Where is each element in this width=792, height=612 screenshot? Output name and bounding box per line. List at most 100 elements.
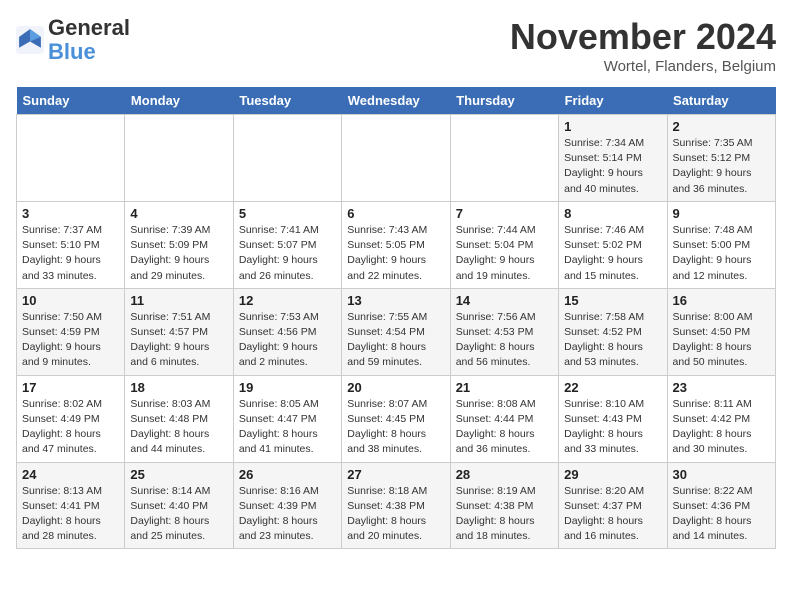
calendar-cell: 2Sunrise: 7:35 AM Sunset: 5:12 PM Daylig… bbox=[667, 115, 775, 202]
day-info: Sunrise: 8:07 AM Sunset: 4:45 PM Dayligh… bbox=[347, 397, 444, 458]
day-number: 16 bbox=[673, 293, 770, 308]
day-info: Sunrise: 7:39 AM Sunset: 5:09 PM Dayligh… bbox=[130, 223, 227, 284]
calendar-cell: 17 Sunrise: 8:02 AM Sunset: 4:49 PM Dayli… bbox=[17, 375, 125, 462]
day-info: Sunrise: 7:56 AM Sunset: 4:53 PM Dayligh… bbox=[456, 310, 553, 371]
calendar-cell: 30 Sunrise: 8:22 AM Sunset: 4:36 PM Dayli… bbox=[667, 462, 775, 549]
day-number: 27 bbox=[347, 467, 444, 482]
calendar-week: 3Sunrise: 7:37 AM Sunset: 5:10 PM Daylig… bbox=[17, 201, 776, 288]
day-info: Sunrise: 8:11 AM Sunset: 4:42 PM Dayligh… bbox=[673, 397, 770, 458]
calendar-cell: 10Sunrise: 7:50 AM Sunset: 4:59 PM Dayli… bbox=[17, 288, 125, 375]
calendar-cell bbox=[450, 115, 558, 202]
day-number: 19 bbox=[239, 380, 336, 395]
calendar-cell: 12 Sunrise: 7:53 AM Sunset: 4:56 PM Dayli… bbox=[233, 288, 341, 375]
day-number: 21 bbox=[456, 380, 553, 395]
logo-line2: Blue bbox=[48, 40, 130, 64]
calendar-cell: 4 Sunrise: 7:39 AM Sunset: 5:09 PM Daylig… bbox=[125, 201, 233, 288]
calendar-cell: 16 Sunrise: 8:00 AM Sunset: 4:50 PM Dayli… bbox=[667, 288, 775, 375]
logo-line1: General bbox=[48, 16, 130, 40]
weekday-header: Wednesday bbox=[342, 87, 450, 115]
calendar-cell: 3Sunrise: 7:37 AM Sunset: 5:10 PM Daylig… bbox=[17, 201, 125, 288]
calendar-cell: 18Sunrise: 8:03 AM Sunset: 4:48 PM Dayli… bbox=[125, 375, 233, 462]
calendar-cell bbox=[125, 115, 233, 202]
day-info: Sunrise: 8:16 AM Sunset: 4:39 PM Dayligh… bbox=[239, 484, 336, 545]
calendar-cell bbox=[342, 115, 450, 202]
calendar-cell: 26 Sunrise: 8:16 AM Sunset: 4:39 PM Dayli… bbox=[233, 462, 341, 549]
logo-icon bbox=[16, 26, 44, 54]
day-info: Sunrise: 7:48 AM Sunset: 5:00 PM Dayligh… bbox=[673, 223, 770, 284]
day-info: Sunrise: 7:51 AM Sunset: 4:57 PM Dayligh… bbox=[130, 310, 227, 371]
day-number: 14 bbox=[456, 293, 553, 308]
day-number: 9 bbox=[673, 206, 770, 221]
weekday-header: Thursday bbox=[450, 87, 558, 115]
calendar-cell: 11 Sunrise: 7:51 AM Sunset: 4:57 PM Dayli… bbox=[125, 288, 233, 375]
weekday-header: Sunday bbox=[17, 87, 125, 115]
calendar-cell: 6 Sunrise: 7:43 AM Sunset: 5:05 PM Daylig… bbox=[342, 201, 450, 288]
day-info: Sunrise: 7:34 AM Sunset: 5:14 PM Dayligh… bbox=[564, 136, 661, 197]
day-info: Sunrise: 7:53 AM Sunset: 4:56 PM Dayligh… bbox=[239, 310, 336, 371]
day-number: 6 bbox=[347, 206, 444, 221]
calendar-week: 24Sunrise: 8:13 AM Sunset: 4:41 PM Dayli… bbox=[17, 462, 776, 549]
day-number: 15 bbox=[564, 293, 661, 308]
calendar-cell: 19 Sunrise: 8:05 AM Sunset: 4:47 PM Dayli… bbox=[233, 375, 341, 462]
weekday-header: Tuesday bbox=[233, 87, 341, 115]
day-number: 20 bbox=[347, 380, 444, 395]
calendar-cell: 27 Sunrise: 8:18 AM Sunset: 4:38 PM Dayli… bbox=[342, 462, 450, 549]
day-number: 5 bbox=[239, 206, 336, 221]
day-info: Sunrise: 8:14 AM Sunset: 4:40 PM Dayligh… bbox=[130, 484, 227, 545]
page-header: General Blue November 2024 Wortel, Fland… bbox=[16, 16, 776, 75]
day-info: Sunrise: 7:55 AM Sunset: 4:54 PM Dayligh… bbox=[347, 310, 444, 371]
day-info: Sunrise: 8:02 AM Sunset: 4:49 PM Dayligh… bbox=[22, 397, 119, 458]
day-info: Sunrise: 8:19 AM Sunset: 4:38 PM Dayligh… bbox=[456, 484, 553, 545]
day-info: Sunrise: 7:41 AM Sunset: 5:07 PM Dayligh… bbox=[239, 223, 336, 284]
calendar-cell: 5 Sunrise: 7:41 AM Sunset: 5:07 PM Daylig… bbox=[233, 201, 341, 288]
day-number: 26 bbox=[239, 467, 336, 482]
calendar-cell: 7 Sunrise: 7:44 AM Sunset: 5:04 PM Daylig… bbox=[450, 201, 558, 288]
day-info: Sunrise: 8:18 AM Sunset: 4:38 PM Dayligh… bbox=[347, 484, 444, 545]
day-number: 3 bbox=[22, 206, 119, 221]
calendar-cell: 8Sunrise: 7:46 AM Sunset: 5:02 PM Daylig… bbox=[559, 201, 667, 288]
day-info: Sunrise: 7:43 AM Sunset: 5:05 PM Dayligh… bbox=[347, 223, 444, 284]
day-number: 13 bbox=[347, 293, 444, 308]
calendar-cell: 22 Sunrise: 8:10 AM Sunset: 4:43 PM Dayli… bbox=[559, 375, 667, 462]
title-block: November 2024 Wortel, Flanders, Belgium bbox=[510, 16, 776, 75]
calendar-week: 1 Sunrise: 7:34 AM Sunset: 5:14 PM Daylig… bbox=[17, 115, 776, 202]
day-number: 24 bbox=[22, 467, 119, 482]
calendar-cell bbox=[17, 115, 125, 202]
calendar-body: 1 Sunrise: 7:34 AM Sunset: 5:14 PM Daylig… bbox=[17, 115, 776, 549]
day-number: 7 bbox=[456, 206, 553, 221]
day-number: 11 bbox=[130, 293, 227, 308]
calendar-cell: 1 Sunrise: 7:34 AM Sunset: 5:14 PM Daylig… bbox=[559, 115, 667, 202]
calendar-table: SundayMondayTuesdayWednesdayThursdayFrid… bbox=[16, 87, 776, 549]
calendar-cell: 29Sunrise: 8:20 AM Sunset: 4:37 PM Dayli… bbox=[559, 462, 667, 549]
day-info: Sunrise: 8:20 AM Sunset: 4:37 PM Dayligh… bbox=[564, 484, 661, 545]
calendar-cell bbox=[233, 115, 341, 202]
day-info: Sunrise: 8:08 AM Sunset: 4:44 PM Dayligh… bbox=[456, 397, 553, 458]
day-number: 8 bbox=[564, 206, 661, 221]
day-info: Sunrise: 8:10 AM Sunset: 4:43 PM Dayligh… bbox=[564, 397, 661, 458]
day-number: 25 bbox=[130, 467, 227, 482]
day-info: Sunrise: 7:44 AM Sunset: 5:04 PM Dayligh… bbox=[456, 223, 553, 284]
calendar-cell: 23 Sunrise: 8:11 AM Sunset: 4:42 PM Dayli… bbox=[667, 375, 775, 462]
weekday-header: Monday bbox=[125, 87, 233, 115]
day-number: 28 bbox=[456, 467, 553, 482]
weekday-header: Saturday bbox=[667, 87, 775, 115]
calendar-cell: 9 Sunrise: 7:48 AM Sunset: 5:00 PM Daylig… bbox=[667, 201, 775, 288]
day-number: 2 bbox=[673, 119, 770, 134]
day-number: 30 bbox=[673, 467, 770, 482]
day-number: 4 bbox=[130, 206, 227, 221]
day-number: 22 bbox=[564, 380, 661, 395]
day-info: Sunrise: 8:22 AM Sunset: 4:36 PM Dayligh… bbox=[673, 484, 770, 545]
day-number: 17 bbox=[22, 380, 119, 395]
day-info: Sunrise: 8:00 AM Sunset: 4:50 PM Dayligh… bbox=[673, 310, 770, 371]
calendar-cell: 28 Sunrise: 8:19 AM Sunset: 4:38 PM Dayli… bbox=[450, 462, 558, 549]
day-number: 1 bbox=[564, 119, 661, 134]
day-number: 23 bbox=[673, 380, 770, 395]
day-info: Sunrise: 7:50 AM Sunset: 4:59 PM Dayligh… bbox=[22, 310, 119, 371]
day-info: Sunrise: 8:05 AM Sunset: 4:47 PM Dayligh… bbox=[239, 397, 336, 458]
calendar-cell: 21 Sunrise: 8:08 AM Sunset: 4:44 PM Dayli… bbox=[450, 375, 558, 462]
day-info: Sunrise: 8:03 AM Sunset: 4:48 PM Dayligh… bbox=[130, 397, 227, 458]
calendar-cell: 24Sunrise: 8:13 AM Sunset: 4:41 PM Dayli… bbox=[17, 462, 125, 549]
calendar-week: 17 Sunrise: 8:02 AM Sunset: 4:49 PM Dayli… bbox=[17, 375, 776, 462]
day-number: 12 bbox=[239, 293, 336, 308]
calendar-cell: 25 Sunrise: 8:14 AM Sunset: 4:40 PM Dayli… bbox=[125, 462, 233, 549]
